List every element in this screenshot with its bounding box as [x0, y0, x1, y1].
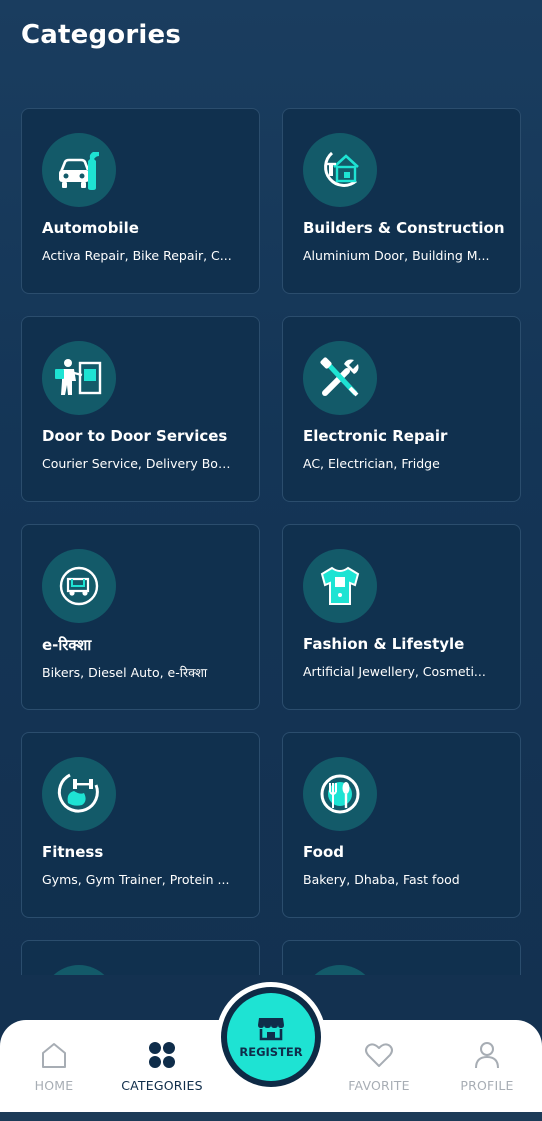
category-icon: [303, 965, 377, 975]
category-name: Automobile: [42, 219, 139, 237]
category-card-door-to-door-services[interactable]: Door to Door Services Courier Service, D…: [21, 316, 260, 502]
store-icon: [258, 1018, 284, 1041]
register-label: REGISTER: [239, 1045, 303, 1059]
food-icon: [303, 757, 377, 831]
category-icon: [42, 965, 116, 975]
category-name: Food: [303, 843, 344, 861]
electronic-repair-icon: [303, 341, 377, 415]
category-card-food[interactable]: Food Bakery, Dhaba, Fast food: [282, 732, 521, 918]
nav-categories-label: CATEGORIES: [121, 1078, 203, 1093]
category-subtitle: Bakery, Dhaba, Fast food: [303, 872, 460, 887]
nav-home-label: HOME: [34, 1078, 74, 1093]
car-repair-icon: [42, 133, 116, 207]
category-card-fashion-lifestyle[interactable]: Fashion & Lifestyle Artificial Jewellery…: [282, 524, 521, 710]
rickshaw-icon: [42, 549, 116, 623]
category-subtitle: Artificial Jewellery, Cosmeti...: [303, 664, 486, 679]
category-card-partial[interactable]: [21, 940, 260, 975]
category-subtitle: Activa Repair, Bike Repair, C...: [42, 248, 232, 263]
category-subtitle: Courier Service, Delivery Boy...: [42, 456, 235, 471]
category-card-partial[interactable]: [282, 940, 521, 975]
nav-home[interactable]: HOME: [0, 1020, 108, 1112]
nav-favorite[interactable]: FAVORITE: [325, 1020, 433, 1112]
register-button-inner: REGISTER: [227, 993, 315, 1081]
nav-favorite-label: FAVORITE: [348, 1078, 410, 1093]
category-subtitle: Gyms, Gym Trainer, Protein ...: [42, 872, 230, 887]
category-name: e-रिक्शा: [42, 636, 92, 654]
category-name: Fitness: [42, 843, 104, 861]
category-name: Fashion & Lifestyle: [303, 635, 465, 653]
nav-categories[interactable]: CATEGORIES: [108, 1020, 216, 1112]
category-subtitle: Aluminium Door, Building M...: [303, 248, 490, 263]
category-name: Electronic Repair: [303, 427, 448, 445]
category-subtitle: AC, Electrician, Fridge: [303, 456, 440, 471]
home-icon: [42, 1043, 66, 1068]
category-card-fitness[interactable]: Fitness Gyms, Gym Trainer, Protein ...: [21, 732, 260, 918]
category-card-builders-construction[interactable]: Builders & Construction Aluminium Door, …: [282, 108, 521, 294]
nav-profile[interactable]: PROFILE: [433, 1020, 541, 1112]
register-button[interactable]: REGISTER: [216, 982, 326, 1092]
delivery-icon: [42, 341, 116, 415]
category-name: Builders & Construction: [303, 219, 505, 237]
fitness-icon: [42, 757, 116, 831]
category-card-e-rickshaw[interactable]: e-रिक्शा Bikers, Diesel Auto, e-रिक्शा: [21, 524, 260, 710]
tshirt-icon: [303, 549, 377, 623]
system-nav-strip: [0, 1112, 542, 1121]
categories-grid-viewport[interactable]: Automobile Activa Repair, Bike Repair, C…: [0, 108, 542, 975]
nav-profile-label: PROFILE: [460, 1078, 514, 1093]
heart-icon: [365, 1043, 393, 1067]
page-title: Categories: [21, 20, 182, 50]
construction-icon: [303, 133, 377, 207]
user-icon: [475, 1042, 499, 1069]
categories-grid: Automobile Activa Repair, Bike Repair, C…: [0, 108, 542, 975]
category-name: Door to Door Services: [42, 427, 228, 445]
categories-icon: [149, 1042, 175, 1068]
category-card-automobile[interactable]: Automobile Activa Repair, Bike Repair, C…: [21, 108, 260, 294]
category-subtitle: Bikers, Diesel Auto, e-रिक्शा: [42, 665, 208, 680]
category-card-electronic-repair[interactable]: Electronic Repair AC, Electrician, Fridg…: [282, 316, 521, 502]
